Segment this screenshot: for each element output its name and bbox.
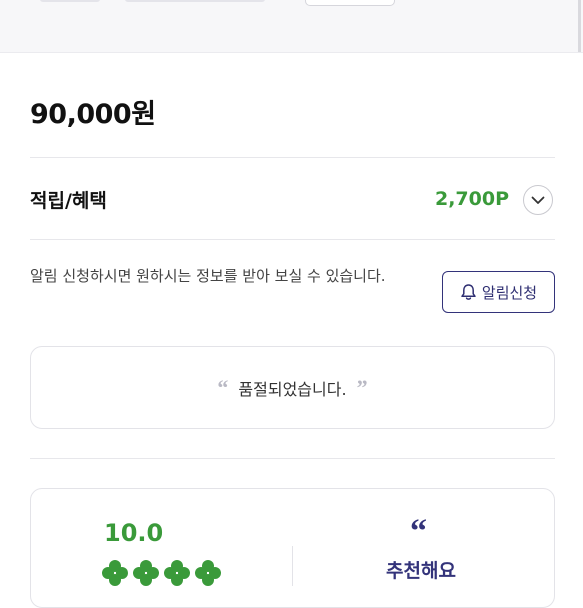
divider [30,458,555,459]
restock-alert-button[interactable]: 알림신청 [442,271,555,313]
recommend-label: 추천해요 [386,560,456,582]
open-quote-icon: “ [217,374,229,400]
clover-rating [102,560,221,586]
clover-icon [102,560,128,586]
divider [30,157,555,158]
restock-alert-button-label: 알림신청 [481,283,538,302]
points-value: 2,700P [434,188,509,210]
divider [292,546,293,586]
points-benefit-label: 적립/혜택 [30,190,107,212]
clover-icon [164,560,190,586]
top-action-button[interactable] [305,0,395,6]
review-score: 10.0 [104,519,164,547]
cut-off-text [40,0,100,2]
product-price: 90,000원 [30,99,156,130]
scrollbar[interactable] [578,0,581,52]
cut-off-text [125,0,265,2]
clover-icon [195,560,221,586]
points-expand-button[interactable] [523,185,553,215]
sold-out-text: 품절되었습니다. [238,379,347,399]
divider [30,239,555,240]
clover-icon [133,560,159,586]
quote-icon: “ [410,513,427,550]
bell-icon [461,284,476,300]
chevron-down-icon [531,196,545,204]
top-bar [0,0,583,53]
close-quote-icon: ” [356,374,368,400]
restock-alert-notice: 알림 신청하시면 원하시는 정보를 받아 보실 수 있습니다. [30,267,386,285]
sold-out-box: “ 품절되었습니다. ” [30,346,555,429]
